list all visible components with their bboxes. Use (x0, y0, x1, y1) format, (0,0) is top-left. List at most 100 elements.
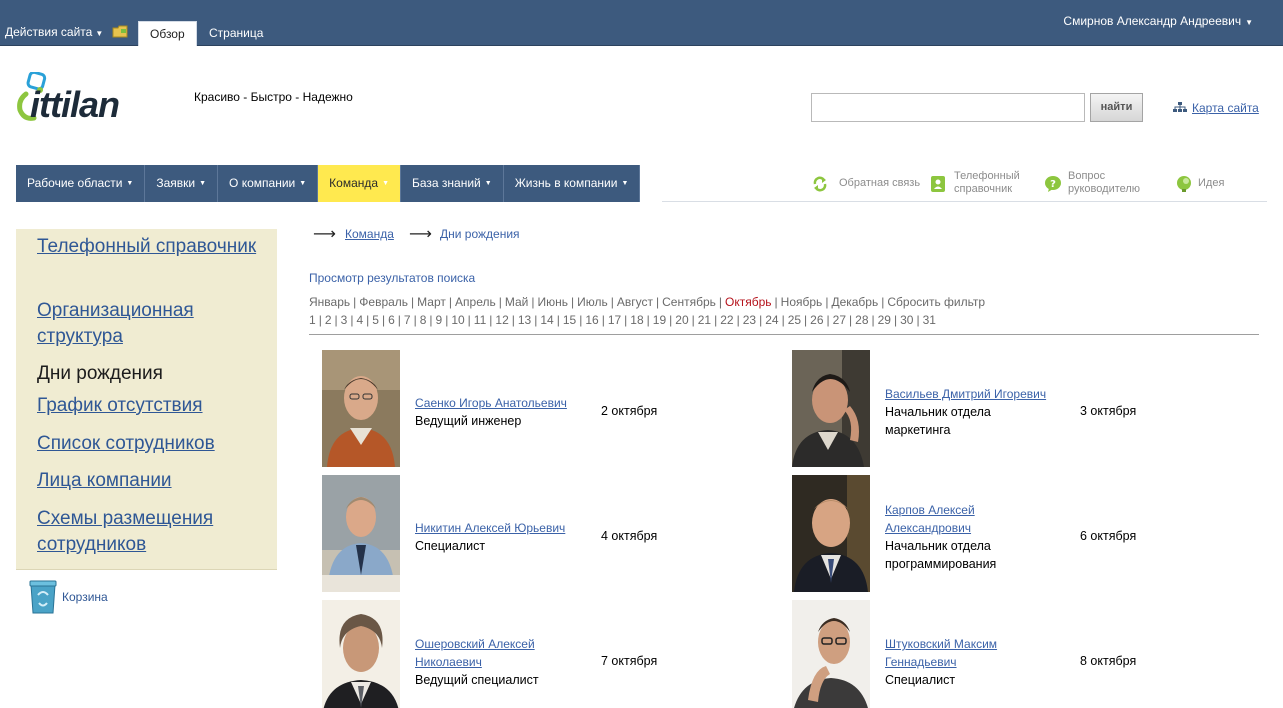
employee-photo[interactable] (322, 600, 400, 708)
search-button[interactable]: найти (1090, 93, 1143, 122)
nav-label: База знаний (412, 176, 481, 190)
day-filter-item[interactable]: 31 (923, 313, 936, 327)
employee-name-link[interactable]: Ошеровский Алексей Николаевич (415, 635, 585, 671)
sidebar-item-absence-schedule[interactable]: График отсутствия (37, 393, 267, 419)
month-filter-item[interactable]: Февраль (359, 295, 408, 309)
sidebar-item-phonebook[interactable]: Телефонный справочник (37, 234, 267, 260)
day-filter-item[interactable]: 24 (765, 313, 778, 327)
top-navigation: Рабочие области ▼ Заявки ▼ О компании ▼ Ком… (16, 165, 641, 202)
month-filter-item[interactable]: Ноябрь (781, 295, 823, 309)
tab-overview[interactable]: Обзор (138, 21, 197, 46)
sidebar-item-company-faces[interactable]: Лица компании (37, 468, 267, 494)
month-filter-item[interactable]: Август (617, 295, 653, 309)
day-filter-item[interactable]: 6 (388, 313, 395, 327)
day-filter-item[interactable]: 28 (855, 313, 868, 327)
sidebar-item-org-structure[interactable]: Организационная структура (37, 298, 267, 350)
day-filter-item[interactable]: 8 (420, 313, 427, 327)
sitemap-link[interactable]: Карта сайта (1192, 101, 1259, 115)
breadcrumb-team[interactable]: Команда (345, 227, 394, 241)
employee-position: Начальник отдела программирования (885, 539, 997, 571)
day-filter-item[interactable]: 9 (436, 313, 443, 327)
day-filter-item[interactable]: 12 (495, 313, 508, 327)
nav-item-requests[interactable]: Заявки ▼ (145, 165, 219, 202)
day-filter-item[interactable]: 23 (743, 313, 756, 327)
nav-item-workspaces[interactable]: Рабочие области ▼ (16, 165, 146, 202)
month-filter-item[interactable]: Июнь (538, 295, 569, 309)
employee-photo[interactable] (792, 350, 870, 467)
month-filter-item[interactable]: Сентябрь (662, 295, 716, 309)
employee-birthday: 3 октября (1080, 404, 1137, 418)
day-filter-item[interactable]: 22 (720, 313, 733, 327)
day-filter-item[interactable]: 18 (630, 313, 643, 327)
employee-photo[interactable] (792, 600, 870, 708)
filter-separator: | (411, 295, 415, 309)
day-filter-item[interactable]: 21 (698, 313, 711, 327)
day-filter-item[interactable]: 15 (563, 313, 576, 327)
search-input[interactable] (811, 93, 1085, 122)
day-filter-item[interactable]: 10 (451, 313, 464, 327)
filter-separator: | (511, 313, 515, 327)
tab-page[interactable]: Страница (198, 21, 274, 46)
day-filter-item[interactable]: 13 (518, 313, 531, 327)
day-filter-item[interactable]: 20 (675, 313, 688, 327)
employee-photo[interactable] (322, 475, 400, 592)
employee-name-link[interactable]: Карпов Алексей Александрович (885, 501, 1055, 537)
day-filter-item[interactable]: 1 (309, 313, 316, 327)
quick-link-feedback[interactable]: Обратная связь (839, 177, 920, 190)
site-actions-menu[interactable]: Действия сайта ▼ (5, 25, 103, 39)
filter-separator: | (624, 313, 628, 327)
quick-link-phonebook[interactable]: Телефонный справочник (954, 170, 1034, 196)
filter-separator: | (781, 313, 785, 327)
recycle-bin-link[interactable]: Корзина (62, 590, 108, 604)
day-filter-item[interactable]: 27 (833, 313, 846, 327)
recycle-bin-icon[interactable] (28, 579, 58, 615)
filter-separator: | (804, 313, 808, 327)
month-filter-item[interactable]: Октябрь (725, 295, 772, 309)
day-filter-item[interactable]: 17 (608, 313, 621, 327)
day-filter-item[interactable]: 16 (585, 313, 598, 327)
day-filter-item[interactable]: 30 (900, 313, 913, 327)
month-filter-item[interactable]: Июль (577, 295, 608, 309)
nav-divider (662, 201, 1267, 202)
day-filter-item[interactable]: 26 (810, 313, 823, 327)
nav-label: Жизнь в компании (514, 176, 618, 190)
sidebar-item-employee-list[interactable]: Список сотрудников (37, 431, 267, 457)
day-filter-item[interactable]: 4 (356, 313, 363, 327)
day-filter-item[interactable]: 19 (653, 313, 666, 327)
filter-separator: | (353, 295, 357, 309)
employee-name-link[interactable]: Штуковский Максим Геннадьевич (885, 635, 1055, 671)
folder-icon[interactable] (112, 25, 128, 38)
day-filter-item[interactable]: 29 (878, 313, 891, 327)
company-logo[interactable]: ittilan (16, 72, 156, 125)
month-filter-item[interactable]: Май (505, 295, 529, 309)
day-filter-item[interactable]: 5 (372, 313, 379, 327)
employee-name-link[interactable]: Никитин Алексей Юрьевич (415, 519, 585, 537)
nav-item-team[interactable]: Команда ▼ (318, 165, 401, 202)
month-filter-item[interactable]: Март (417, 295, 446, 309)
day-filter-item[interactable]: 3 (341, 313, 348, 327)
logo-text: ittilan (30, 84, 120, 125)
day-filter-item[interactable]: 25 (788, 313, 801, 327)
reset-filter-link[interactable]: Сбросить фильтр (887, 295, 985, 309)
filter-separator: | (849, 313, 853, 327)
user-menu[interactable]: Смирнов Александр Андреевич ▼ (1063, 14, 1253, 28)
month-filter-item[interactable]: Январь (309, 295, 350, 309)
day-filter-item[interactable]: 14 (540, 313, 553, 327)
month-filter-item[interactable]: Декабрь (831, 295, 878, 309)
employee-photo[interactable] (322, 350, 400, 467)
quick-link-ask-manager[interactable]: Вопрос руководителю (1068, 170, 1158, 196)
nav-item-knowledge-base[interactable]: База знаний ▼ (401, 165, 504, 202)
day-filter-item[interactable]: 7 (404, 313, 411, 327)
month-filter-item[interactable]: Апрель (455, 295, 496, 309)
nav-item-about[interactable]: О компании ▼ (218, 165, 319, 202)
quick-link-idea[interactable]: Идея (1198, 177, 1224, 190)
employee-name-link[interactable]: Саенко Игорь Анатольевич (415, 394, 585, 412)
employee-name-link[interactable]: Васильев Дмитрий Игоревич (885, 385, 1055, 403)
nav-item-company-life[interactable]: Жизнь в компании ▼ (504, 165, 641, 202)
employee-photo[interactable] (792, 475, 870, 592)
day-filter-item[interactable]: 2 (325, 313, 332, 327)
nav-label: Заявки (156, 176, 196, 190)
sidebar-item-seating-plans[interactable]: Схемы размещения сотрудников (37, 506, 267, 558)
sidebar-item-birthdays[interactable]: Дни рождения (37, 361, 267, 387)
day-filter-item[interactable]: 11 (474, 313, 486, 327)
